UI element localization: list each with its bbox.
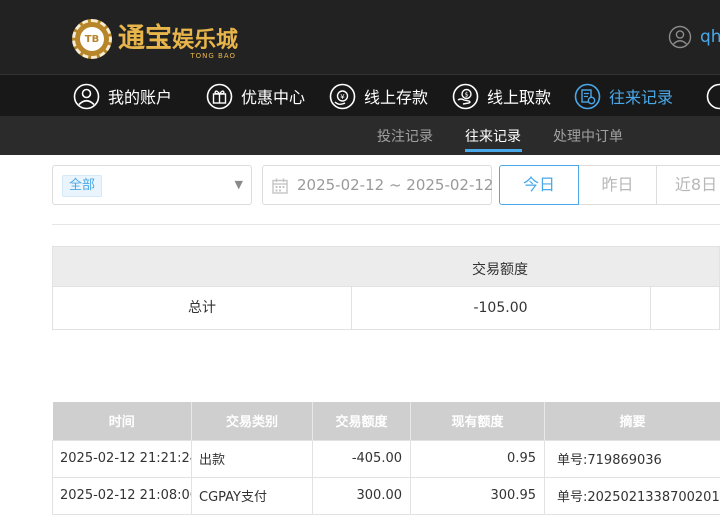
summary-total-value: -105.00 [351,287,650,329]
user-account[interactable]: qh [668,25,720,49]
calendar-icon [272,178,288,194]
table-row[interactable]: 2025-02-12 21:08:06 CGPAY支付 300.00 300.9… [53,477,720,514]
cell-amount: 300.00 [313,477,411,514]
nav-withdraw[interactable]: $ 线上取款 [452,81,551,111]
casino-chip-icon: TB [72,19,112,59]
svg-text:¥: ¥ [340,93,345,101]
column-header: 摘要 [545,402,720,440]
brand-logo[interactable]: TB 通宝娱乐城 TONG BAO [72,17,238,61]
caret-down-icon: ▼ [235,178,243,191]
nav-label: 往来记录 [609,84,673,108]
subtab-transactions[interactable]: 往来记录 [465,126,521,146]
cell-type: 出款 [192,440,313,477]
date-range-picker[interactable]: 2025-02-12 ~ 2025-02-12 [262,165,492,205]
yesterday-button[interactable]: 昨日 [578,165,657,205]
nav-promotions[interactable]: 优惠中心 [206,81,305,111]
last-8-days-button[interactable]: 近8日 [656,165,720,205]
nav-label: 优惠中心 [241,84,305,108]
date-range-value: 2025-02-12 ~ 2025-02-12 [297,176,493,194]
table-row[interactable]: 2025-02-12 21:21:24 出款 -405.00 0.95 单号:7… [53,440,720,477]
subtab-bet-records[interactable]: 投注记录 [377,126,433,146]
records-icon [574,83,601,110]
username: qh [700,27,720,47]
cell-balance: 300.95 [411,477,545,514]
top-header: TB 通宝娱乐城 TONG BAO qh [0,0,720,74]
divider [52,224,720,225]
nav-records[interactable]: 往来记录 [574,81,673,111]
type-select[interactable]: 全部 ▼ [52,165,252,205]
records-table: 时间 交易类别 交易额度 现有额度 摘要 2025-02-12 21:21:24… [52,402,720,515]
cell-summary: 单号:719869036 [545,440,720,477]
summary-header-label: 交易额度 [472,259,528,279]
user-avatar-icon [668,25,692,49]
column-header: 现有额度 [411,402,545,440]
nav-label: 线上取款 [487,84,551,108]
sub-nav: 投注记录 往来记录 处理中订单 [0,116,720,155]
message-icon [706,83,720,110]
cell-type: CGPAY支付 [192,477,313,514]
withdraw-icon: $ [452,83,479,110]
column-header: 交易类别 [192,402,313,440]
brand-name: 通宝娱乐城 [118,24,238,55]
summary-row: 总计 -105.00 [52,287,720,330]
cell-amount: -405.00 [313,440,411,477]
svg-text:$: $ [465,91,469,98]
nav-label: 线上存款 [364,84,428,108]
column-header: 交易额度 [313,402,411,440]
active-tab-indicator [465,149,522,152]
nav-label: 我的账户 [108,84,172,108]
cell-summary: 单号:2025021338700201055 [545,477,720,514]
deposit-icon: ¥ [329,83,356,110]
selected-type-tag: 全部 [62,175,102,197]
main-nav: 我的账户 优惠中心 ¥ 线上存款 $ 线上取款 [0,74,720,116]
brand-subtitle: TONG BAO [190,52,236,60]
today-button[interactable]: 今日 [499,165,579,205]
nav-deposit[interactable]: ¥ 线上存款 [329,81,428,111]
table-header-row: 时间 交易类别 交易额度 现有额度 摘要 [53,402,720,440]
subtab-pending-orders[interactable]: 处理中订单 [553,126,623,146]
summary-header: 交易额度 [52,246,720,287]
cell-balance: 0.95 [411,440,545,477]
summary-total-label: 总计 [53,287,351,329]
nav-messages[interactable] [706,81,720,111]
cell-time: 2025-02-12 21:21:24 [53,440,192,477]
cell-time: 2025-02-12 21:08:06 [53,477,192,514]
user-icon [73,83,100,110]
gift-icon [206,83,233,110]
nav-my-account[interactable]: 我的账户 [73,81,172,111]
column-header: 时间 [53,402,192,440]
